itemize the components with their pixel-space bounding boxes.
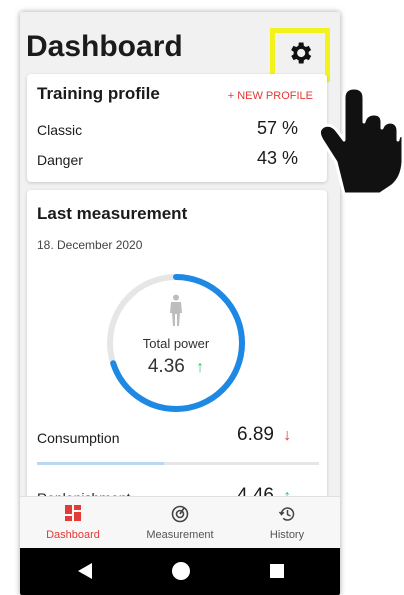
- nav-item-measurement[interactable]: Measurement: [127, 497, 233, 549]
- total-power-value: 4.36: [147, 356, 185, 377]
- profile-classic-label: Classic: [37, 122, 83, 138]
- measurement-icon: [127, 505, 233, 525]
- profile-danger-label: Danger: [37, 152, 83, 168]
- nav-label-measurement: Measurement: [146, 529, 214, 541]
- consumption-label: Consumption: [37, 430, 120, 446]
- pointing-hand-icon: [314, 70, 404, 203]
- bottom-navigation: Dashboard Measurement History: [20, 496, 340, 549]
- page-title: Dashboard: [26, 30, 183, 63]
- last-measurement-title: Last measurement: [37, 204, 188, 223]
- consumption-value: 6.89: [237, 424, 274, 445]
- nav-label-history: History: [269, 529, 305, 541]
- history-icon: [234, 505, 340, 525]
- total-power-label: Total power: [142, 336, 210, 351]
- home-icon[interactable]: [171, 561, 191, 586]
- profile-danger-value: 43 %: [257, 148, 299, 168]
- app-screen: Dashboard Training profile + NEW PROFILE…: [20, 12, 340, 595]
- last-measurement-card: Last measurement 18. December 2020 Total…: [27, 190, 327, 520]
- new-profile-button[interactable]: + NEW PROFILE: [228, 90, 313, 102]
- measurement-date: 18. December 2020: [37, 238, 143, 252]
- arrow-down-icon: ↓: [283, 427, 292, 444]
- consumption-value-row: 6.89 ↓: [237, 424, 291, 446]
- nav-item-history[interactable]: History: [234, 497, 340, 549]
- training-profile-card: Training profile + NEW PROFILE Classic 5…: [27, 74, 327, 182]
- training-profile-title: Training profile: [37, 84, 160, 103]
- system-nav-bar: [20, 548, 340, 595]
- consumption-bar-fill: [37, 462, 164, 465]
- profile-classic-value: 57 %: [257, 118, 299, 138]
- person-icon: [168, 294, 184, 331]
- dashboard-icon: [20, 505, 126, 525]
- nav-label-dashboard: Dashboard: [46, 529, 100, 541]
- back-icon[interactable]: [78, 563, 92, 584]
- consumption-bar: [37, 462, 319, 465]
- gear-icon[interactable]: [286, 39, 314, 72]
- arrow-up-icon: ↑: [196, 359, 205, 376]
- recents-icon[interactable]: [270, 564, 284, 583]
- total-power-row: 4.36 ↑: [105, 356, 247, 378]
- nav-item-dashboard[interactable]: Dashboard: [20, 497, 126, 549]
